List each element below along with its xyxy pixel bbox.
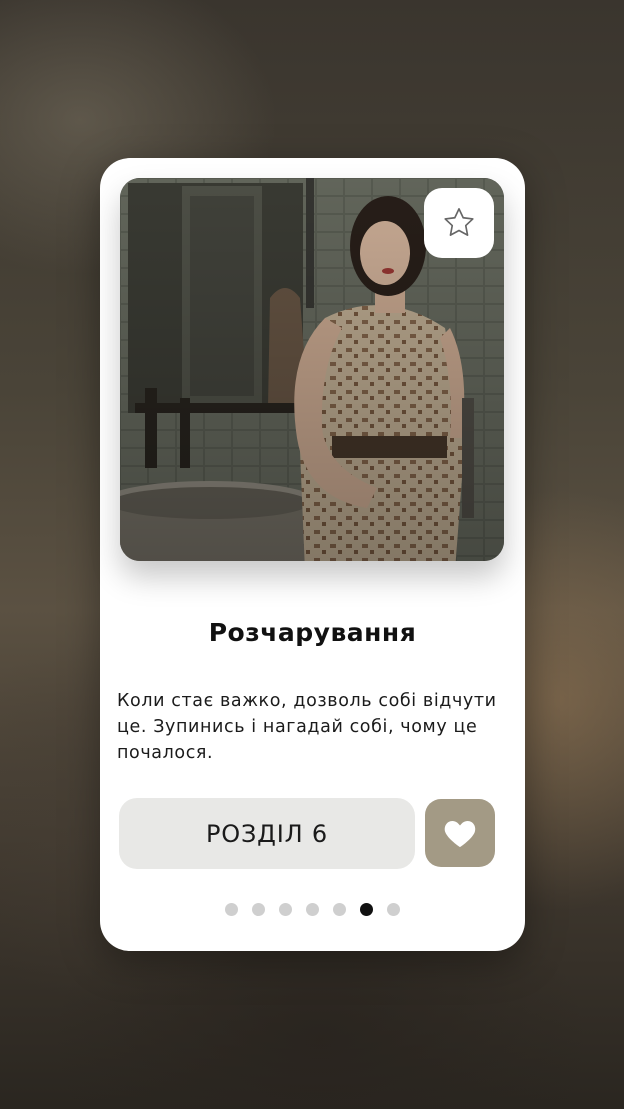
page-dot[interactable] [333, 903, 346, 916]
story-card: Розчарування Коли стає важко, дозволь со… [100, 158, 525, 951]
page-dot-active[interactable] [360, 903, 373, 916]
page-dot[interactable] [279, 903, 292, 916]
favorite-button[interactable] [424, 188, 494, 258]
heart-icon [444, 820, 476, 848]
story-title: Розчарування [208, 618, 417, 647]
star-outline-icon [444, 208, 474, 236]
story-photo [120, 178, 504, 561]
like-button[interactable] [425, 799, 495, 867]
chapter-button[interactable]: РОЗДІЛ 6 [119, 798, 415, 869]
page-dot[interactable] [252, 903, 265, 916]
story-description: Коли стає важко, дозволь собі відчути це… [117, 691, 497, 763]
page-dot[interactable] [387, 903, 400, 916]
page-dot[interactable] [225, 903, 238, 916]
pagination-dots [100, 903, 525, 917]
page-dot[interactable] [306, 903, 319, 916]
